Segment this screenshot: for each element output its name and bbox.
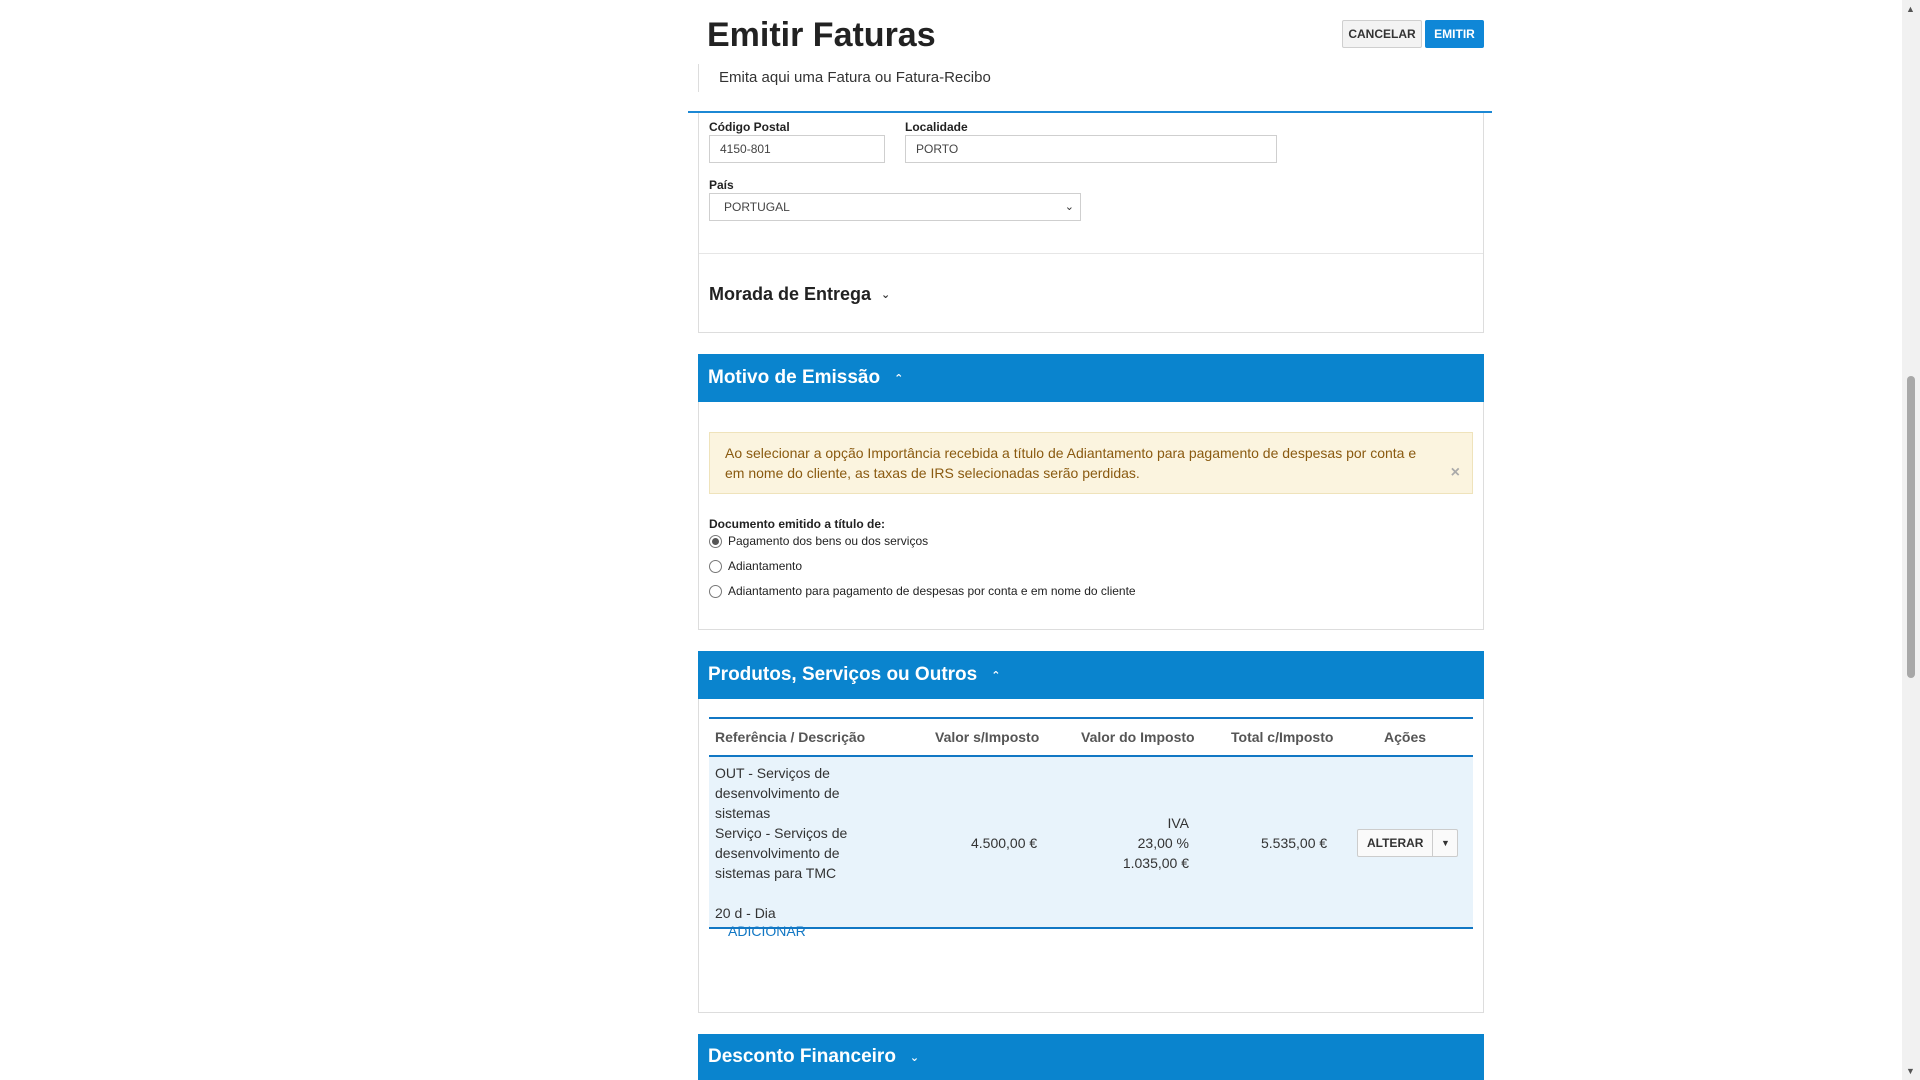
tax-rate: 23,00 % bbox=[1137, 835, 1189, 851]
country-select-value: PORTUGAL bbox=[724, 200, 790, 214]
tax-value: 1.035,00 € bbox=[1122, 855, 1189, 871]
products-table: Referência / Descrição Valor s/Imposto V… bbox=[709, 717, 1473, 929]
chevron-down-icon: ⌄ bbox=[1064, 201, 1074, 213]
postal-code-input[interactable] bbox=[709, 135, 885, 163]
column-header-total: Total c/Imposto bbox=[1231, 729, 1334, 745]
alert-text: Ao selecionar a opção Importância recebi… bbox=[725, 445, 1417, 481]
column-header-valor-s-imposto: Valor s/Imposto bbox=[935, 729, 1040, 745]
motivo-section-body: Ao selecionar a opção Importância recebi… bbox=[698, 402, 1484, 630]
delivery-address-toggle[interactable]: Morada de Entrega ⌄ bbox=[709, 284, 890, 305]
motivo-section-header[interactable]: Motivo de Emissão ⌃ bbox=[698, 354, 1484, 402]
radio-option-pagamento[interactable]: Pagamento dos bens ou dos serviços bbox=[709, 534, 928, 548]
row-quantity: 20 d - Dia bbox=[715, 905, 776, 921]
column-header-valor-imposto: Valor do Imposto bbox=[1081, 729, 1195, 745]
locality-input[interactable] bbox=[905, 135, 1277, 163]
delivery-address-title: Morada de Entrega bbox=[709, 284, 872, 304]
row-valor-s-imposto: 4.500,00 € bbox=[971, 835, 1038, 851]
table-row: OUT - Serviços de desenvolvimento de sis… bbox=[709, 757, 1473, 929]
column-header-acoes: Ações bbox=[1384, 729, 1427, 745]
column-header-descricao: Referência / Descrição bbox=[715, 729, 866, 745]
table-header: Referência / Descrição Valor s/Imposto V… bbox=[709, 719, 1473, 757]
desc-line: desenvolvimento de bbox=[715, 845, 840, 861]
radio-label: Adiantamento para pagamento de despesas … bbox=[728, 584, 1136, 598]
divider bbox=[699, 253, 1483, 254]
country-label: País bbox=[709, 178, 734, 192]
desc-line: sistemas bbox=[715, 805, 771, 821]
row-actions: ALTERAR ▼ bbox=[1357, 829, 1459, 857]
scroll-down-icon[interactable]: ▼ bbox=[1906, 1066, 1915, 1076]
desc-line: Serviço - Serviços de bbox=[715, 825, 848, 841]
subtitle-wrap: Emita aqui uma Fatura ou Fatura-Recibo bbox=[698, 64, 991, 92]
page-subtitle: Emita aqui uma Fatura ou Fatura-Recibo bbox=[719, 69, 991, 86]
motivo-section-title: Motivo de Emissão bbox=[708, 367, 881, 388]
scrollbar-thumb[interactable] bbox=[1907, 376, 1915, 678]
tax-type: IVA bbox=[1167, 815, 1189, 831]
row-description: OUT - Serviços de desenvolvimento de sis… bbox=[715, 763, 847, 923]
address-card: Código Postal Localidade País PORTUGAL ⌄… bbox=[698, 113, 1484, 333]
row-valor-imposto: IVA 23,00 % 1.035,00 € bbox=[1089, 813, 1189, 873]
produtos-section-title: Produtos, Serviços ou Outros bbox=[708, 664, 978, 685]
scroll-up-icon[interactable]: ▲ bbox=[1906, 4, 1915, 14]
document-type-label: Documento emitido a título de: bbox=[709, 517, 885, 531]
page-title: Emitir Faturas bbox=[707, 16, 936, 54]
chevron-up-icon: ⌃ bbox=[894, 372, 904, 385]
add-product-link[interactable]: ADICIONAR bbox=[728, 923, 806, 939]
radio-button[interactable] bbox=[709, 584, 722, 598]
chevron-down-icon: ⌄ bbox=[909, 1051, 920, 1064]
emit-button[interactable]: EMITIR bbox=[1425, 20, 1484, 48]
irs-warning-alert: Ao selecionar a opção Importância recebi… bbox=[709, 432, 1473, 494]
row-total: 5.535,00 € bbox=[1261, 835, 1328, 851]
radio-label: Pagamento dos bens ou dos serviços bbox=[728, 534, 929, 548]
chevron-up-icon: ⌃ bbox=[991, 669, 1001, 682]
postal-code-label: Código Postal bbox=[709, 120, 790, 134]
cancel-button[interactable]: CANCELAR bbox=[1342, 20, 1422, 48]
radio-label: Adiantamento bbox=[728, 559, 803, 573]
caret-down-icon[interactable]: ▼ bbox=[1433, 830, 1457, 856]
alterar-button[interactable]: ALTERAR bbox=[1358, 830, 1434, 856]
close-icon[interactable]: × bbox=[1451, 463, 1460, 483]
desc-line: OUT - Serviços de bbox=[715, 765, 830, 781]
radio-option-adiantamento[interactable]: Adiantamento bbox=[709, 559, 802, 573]
produtos-section-body: Referência / Descrição Valor s/Imposto V… bbox=[698, 699, 1484, 1013]
page-scrollbar[interactable]: ▲ ▼ bbox=[1902, 0, 1920, 1080]
country-select[interactable]: PORTUGAL ⌄ bbox=[709, 193, 1081, 221]
radio-option-adiantamento-despesas[interactable]: Adiantamento para pagamento de despesas … bbox=[709, 584, 1136, 598]
desconto-section-header[interactable]: Desconto Financeiro ⌄ bbox=[698, 1034, 1484, 1080]
locality-label: Localidade bbox=[905, 120, 968, 134]
radio-button[interactable] bbox=[709, 534, 722, 548]
chevron-down-icon: ⌄ bbox=[881, 289, 891, 301]
desc-line: desenvolvimento de bbox=[715, 785, 840, 801]
desconto-section-title: Desconto Financeiro bbox=[708, 1046, 896, 1067]
produtos-section-header[interactable]: Produtos, Serviços ou Outros ⌃ bbox=[698, 651, 1484, 699]
page: Emitir Faturas CANCELAR EMITIR Emita aqu… bbox=[0, 0, 1900, 1080]
desc-line: sistemas para TMC bbox=[715, 865, 837, 881]
radio-button[interactable] bbox=[709, 559, 722, 573]
